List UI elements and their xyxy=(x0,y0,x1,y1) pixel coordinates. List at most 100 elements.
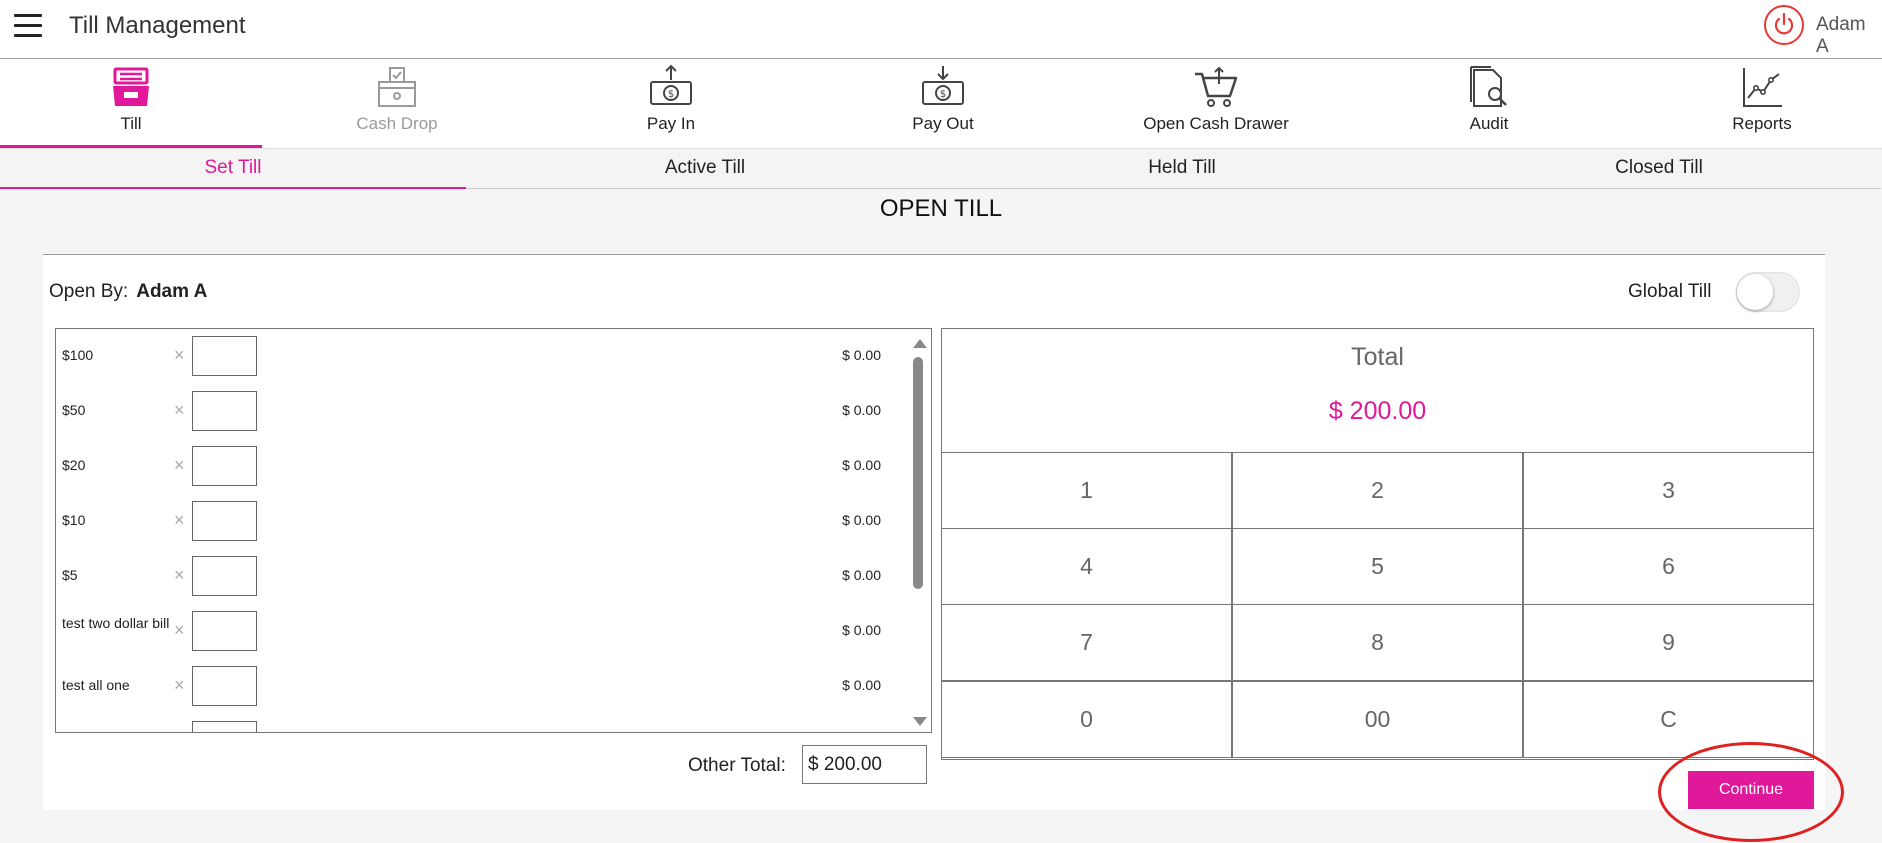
nav-cash-drop[interactable]: Cash Drop xyxy=(266,60,528,148)
total-display: Total $ 200.00 xyxy=(941,328,1814,453)
total-value: $ 200.00 xyxy=(1328,397,1427,425)
nav-pay-out[interactable]: $ Pay Out xyxy=(812,60,1074,148)
open-till-panel: Open By: Adam A Global Till $100 × $ 0.00… xyxy=(43,254,1825,810)
nav-cash-drop-label: Cash Drop xyxy=(356,114,438,133)
key-8[interactable]: 8 xyxy=(1232,604,1523,681)
open-by: Open By: Adam A xyxy=(49,281,207,303)
denomination-amount: $ 0.00 xyxy=(842,457,881,473)
key-9[interactable]: 9 xyxy=(1523,604,1814,681)
denomination-count-input[interactable] xyxy=(192,556,257,596)
top-nav: Till Cash Drop $ Pay In $ Pay Out Open C… xyxy=(0,60,1882,148)
nav-audit-label: Audit xyxy=(1469,114,1509,133)
denomination-row: test all one × $ 0.00 xyxy=(56,659,906,714)
nav-pay-in-label: Pay In xyxy=(646,114,696,133)
denomination-count-input[interactable] xyxy=(192,666,257,706)
denomination-row: $20 × $ 0.00 xyxy=(56,439,906,494)
till-subtabs: Set Till Active Till Held Till Closed Ti… xyxy=(0,148,1882,189)
denomination-amount: $ 0.00 xyxy=(842,512,881,528)
multiply-icon: × xyxy=(174,675,185,695)
nav-till-label: Till xyxy=(120,114,142,133)
denomination-label: $50 xyxy=(62,402,86,418)
denomination-amount: $ 0.00 xyxy=(842,347,881,363)
tab-set-till[interactable]: Set Till xyxy=(0,149,466,189)
denomination-row-partial xyxy=(56,714,906,732)
denomination-label: $100 xyxy=(62,347,94,363)
open-till-title: OPEN TILL xyxy=(879,195,1003,222)
denomination-row: $10 × $ 0.00 xyxy=(56,494,906,549)
tab-closed-till[interactable]: Closed Till xyxy=(1426,149,1882,189)
open-by-name: Adam A xyxy=(136,281,208,302)
denomination-count-input[interactable] xyxy=(192,336,257,376)
multiply-icon: × xyxy=(174,400,185,420)
total-label: Total xyxy=(1351,343,1404,371)
other-total-label: Other Total: xyxy=(688,755,786,776)
page-title: Till Management xyxy=(69,12,246,39)
nav-pay-out-label: Pay Out xyxy=(912,114,974,133)
scrollbar-thumb[interactable] xyxy=(913,357,923,589)
pay-in-icon: $ xyxy=(647,64,695,112)
key-1[interactable]: 1 xyxy=(941,452,1232,529)
global-till-toggle[interactable] xyxy=(1736,272,1800,312)
user-name[interactable]: Adam A xyxy=(1816,14,1882,58)
audit-icon xyxy=(1465,64,1513,112)
key-2[interactable]: 2 xyxy=(1232,452,1523,529)
denomination-label: $20 xyxy=(62,457,86,473)
key-3[interactable]: 3 xyxy=(1523,452,1814,529)
denomination-count-input[interactable] xyxy=(192,391,257,431)
nav-till[interactable]: Till xyxy=(0,60,262,148)
multiply-icon: × xyxy=(174,455,185,475)
denomination-row: $5 × $ 0.00 xyxy=(56,549,906,604)
nav-open-cash-drawer[interactable]: Open Cash Drawer xyxy=(1085,60,1347,148)
power-icon[interactable] xyxy=(1764,5,1804,45)
open-by-label: Open By: xyxy=(49,281,129,302)
tab-active-till[interactable]: Active Till xyxy=(472,149,938,189)
denomination-amount: $ 0.00 xyxy=(842,402,881,418)
cart-icon xyxy=(1192,64,1240,112)
toggle-knob xyxy=(1737,274,1773,310)
denomination-label: $10 xyxy=(62,512,86,528)
global-till-label: Global Till xyxy=(1628,281,1712,302)
key-7[interactable]: 7 xyxy=(941,604,1232,681)
nav-open-cash-drawer-label: Open Cash Drawer xyxy=(1143,114,1289,133)
denomination-count-input[interactable] xyxy=(192,721,257,732)
denomination-amount: $ 0.00 xyxy=(842,622,881,638)
scroll-up-icon[interactable] xyxy=(913,339,927,348)
denomination-row: $100 × $ 0.00 xyxy=(56,329,906,384)
denomination-row: $50 × $ 0.00 xyxy=(56,384,906,439)
hamburger-menu-icon[interactable] xyxy=(14,14,42,38)
nav-reports[interactable]: Reports xyxy=(1631,60,1882,148)
denomination-count-input[interactable] xyxy=(192,611,257,651)
denomination-label: test two dollar bill xyxy=(62,615,170,631)
nav-audit[interactable]: Audit xyxy=(1358,60,1620,148)
till-icon xyxy=(107,64,155,112)
main-content: OPEN TILL Open By: Adam A Global Till $10… xyxy=(0,189,1882,843)
tab-held-till[interactable]: Held Till xyxy=(949,149,1415,189)
denomination-count-input[interactable] xyxy=(192,501,257,541)
key-6[interactable]: 6 xyxy=(1523,528,1814,605)
denomination-row: test two dollar bill × $ 0.00 xyxy=(56,604,906,659)
numeric-keypad: 1 2 3 4 5 6 7 8 9 0 00 C xyxy=(941,452,1814,760)
svg-text:$: $ xyxy=(940,89,946,100)
key-5[interactable]: 5 xyxy=(1232,528,1523,605)
key-00[interactable]: 00 xyxy=(1232,681,1523,758)
svg-text:$: $ xyxy=(668,89,674,100)
key-4[interactable]: 4 xyxy=(941,528,1232,605)
multiply-icon: × xyxy=(174,345,185,365)
denomination-label: $5 xyxy=(62,567,78,583)
denomination-label: test all one xyxy=(62,677,130,693)
pay-out-icon: $ xyxy=(919,64,967,112)
nav-reports-label: Reports xyxy=(1732,114,1792,133)
other-total-input[interactable]: $ 200.00 xyxy=(802,745,927,784)
scroll-down-icon[interactable] xyxy=(913,717,927,726)
key-0[interactable]: 0 xyxy=(941,681,1232,758)
denomination-list: $100 × $ 0.00 $50 × $ 0.00 $20 × $ 0.00 … xyxy=(55,328,932,733)
denomination-amount: $ 0.00 xyxy=(842,677,881,693)
app-header: Till Management Adam A xyxy=(0,0,1882,59)
nav-pay-in[interactable]: $ Pay In xyxy=(540,60,802,148)
cash-drop-icon xyxy=(373,64,421,112)
multiply-icon: × xyxy=(174,565,185,585)
denomination-count-input[interactable] xyxy=(192,446,257,486)
multiply-icon: × xyxy=(174,620,185,640)
multiply-icon: × xyxy=(174,510,185,530)
highlight-annotation xyxy=(1658,742,1844,842)
